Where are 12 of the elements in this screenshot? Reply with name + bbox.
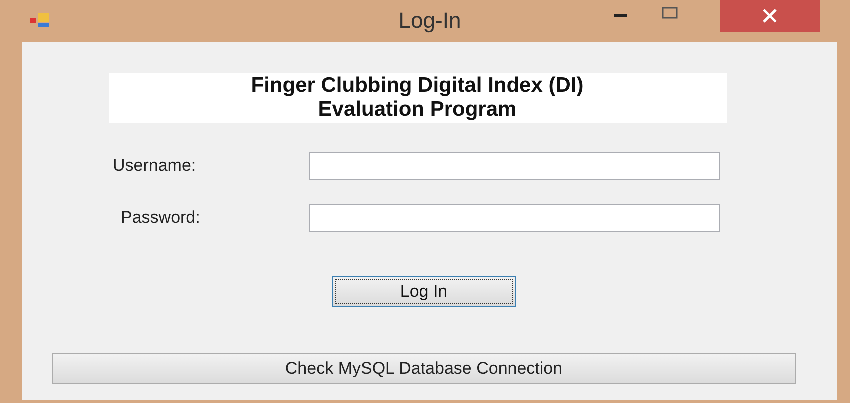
input-field[interactable] xyxy=(309,204,720,232)
window-title: Log-In xyxy=(398,8,462,34)
field-label: Username: xyxy=(112,156,198,176)
heading-text: Evaluation Program xyxy=(317,98,518,122)
close-icon xyxy=(762,8,778,24)
field-label: Password: xyxy=(120,208,202,228)
input-field[interactable] xyxy=(309,152,720,180)
check-connection-button[interactable]: Check MySQL Database Connection xyxy=(52,353,796,384)
login-button[interactable]: Log In xyxy=(332,276,516,307)
app-icon xyxy=(30,12,50,28)
heading-text: Finger Clubbing Digital Index (DI) xyxy=(250,74,585,98)
close-button[interactable] xyxy=(720,0,820,32)
